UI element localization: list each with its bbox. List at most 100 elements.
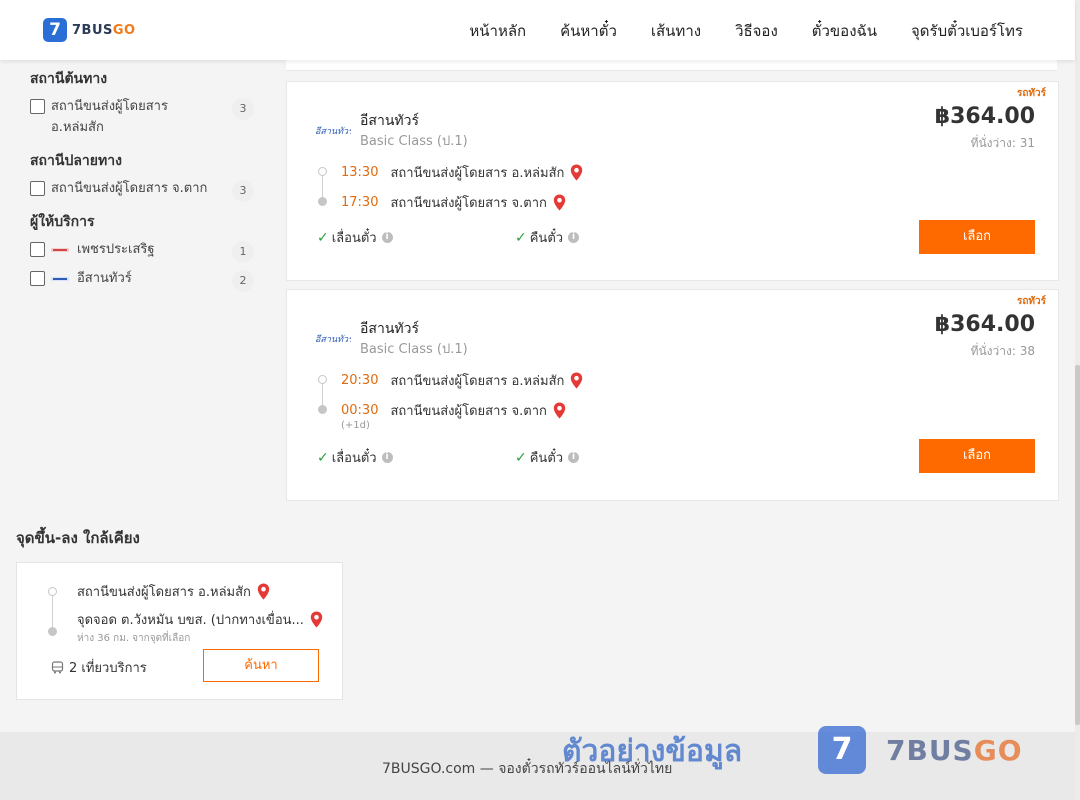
filter-option-label: สถานีขนส่งผู้โดยสาร อ.หล่มสัก (51, 99, 168, 135)
filter-checkbox[interactable] (30, 181, 45, 196)
filter-operator-title: ผู้ให้บริการ (30, 214, 95, 230)
arrival-time: 00:30 (341, 403, 379, 418)
arrival-station: สถานีขนส่งผู้โดยสาร จ.ตาก (390, 404, 547, 419)
filter-origin: สถานีต้นทาง สถานีขนส่งผู้โดยสาร อ.หล่มสั… (30, 68, 258, 138)
destination-dot (48, 627, 57, 636)
timeline-line (52, 593, 53, 629)
page-scrollbar[interactable] (1075, 0, 1080, 800)
scroll-thumb[interactable] (1075, 365, 1080, 725)
operator-logo-icon (51, 247, 69, 252)
operator-logo-icon: อีสานทัวร์ (315, 126, 351, 136)
filter-option[interactable]: สถานีขนส่งผู้โดยสาร อ.หล่มสัก 3 (30, 96, 258, 138)
filter-count-badge: 3 (232, 180, 254, 202)
check-icon: ✓ (515, 229, 527, 246)
check-icon: ✓ (317, 229, 329, 246)
arrival-stop: 00:30 สถานีขนส่งผู้โดยสาร จ.ตาก (341, 400, 566, 421)
destination-dot (318, 197, 327, 206)
top-nav-bar: 7 7BUSGO หน้าหลัก ค้นหาตั๋ว เส้นทาง วิธี… (0, 0, 1075, 60)
watermark-text: ตัวอย่างข้อมูล (562, 734, 743, 769)
filter-destination-title: สถานีปลายทาง (30, 153, 122, 169)
change-policy: ✓ เลื่อนตั๋ว i (317, 227, 393, 248)
nav-routes[interactable]: เส้นทาง (651, 19, 701, 43)
filter-option[interactable]: อีสานทัวร์ 2 (30, 268, 258, 292)
filter-option-label: อีสานทัวร์ (51, 268, 211, 289)
refund-policy: ✓ คืนตั๋ว i (515, 447, 580, 468)
watermark-brand: 7BUSGO (886, 734, 1023, 767)
bus-icon (51, 661, 64, 674)
filter-option[interactable]: สถานีขนส่งผู้โดยสาร จ.ตาก 3 (30, 178, 258, 202)
origin-dot (318, 167, 327, 176)
operator-name: อีสานทัวร์ (360, 321, 419, 337)
arrival-time: 17:30 (341, 195, 379, 210)
timeline-line (322, 382, 323, 406)
operator-name: อีสานทัวร์ (360, 113, 419, 129)
map-pin-icon[interactable] (570, 372, 583, 389)
nearby-trip-count: 2 เที่ยวบริการ (51, 657, 147, 678)
bus-class: Basic Class (ป.1) (360, 342, 468, 357)
trip-card: รถทัวร์ อีสานทัวร์ อีสานทัวร์ Basic Clas… (286, 289, 1059, 501)
nearby-search-button[interactable]: ค้นหา (203, 649, 319, 682)
seats-available: ที่นั่งว่าง: 38 (970, 344, 1035, 358)
svg-text:อีสานทัวร์: อีสานทัวร์ (315, 334, 351, 344)
filter-option[interactable]: เพชรประเสริฐ 1 (30, 239, 258, 263)
info-icon[interactable]: i (381, 232, 393, 243)
seats-available: ที่นั่งว่าง: 31 (970, 136, 1035, 150)
map-pin-icon[interactable] (310, 611, 323, 628)
filter-count-badge: 2 (232, 270, 254, 292)
filter-destination: สถานีปลายทาง สถานีขนส่งผู้โดยสาร จ.ตาก 3 (30, 150, 258, 202)
select-trip-button[interactable]: เลือก (919, 220, 1035, 254)
arrival-stop: 17:30 สถานีขนส่งผู้โดยสาร จ.ตาก (341, 192, 566, 213)
nearby-stop-destination: จุดจอด ต.วังหมัน บขส. (ปากทางเขื่อน... (77, 609, 323, 630)
bus-type-badge: รถทัวร์ (1016, 296, 1046, 307)
map-pin-icon[interactable] (553, 402, 566, 419)
nav-home[interactable]: หน้าหลัก (469, 19, 526, 43)
map-pin-icon[interactable] (570, 164, 583, 181)
select-trip-button[interactable]: เลือก (919, 439, 1035, 473)
nearby-distance: ห่าง 36 กม. จากจุดที่เลือก (77, 633, 191, 644)
departure-station: สถานีขนส่งผู้โดยสาร อ.หล่มสัก (390, 166, 565, 181)
page-footer: 7BUSGO.com — จองตั๋วรถทัวร์ออนไลน์ทั่วไท… (0, 726, 1075, 800)
filter-count-badge: 1 (232, 241, 254, 263)
nearby-section-title: จุดขึ้น-ลง ใกล้เคียง (16, 529, 140, 547)
info-icon[interactable]: i (568, 232, 580, 243)
filter-checkbox[interactable] (30, 271, 45, 286)
filter-sidebar: สถานีต้นทาง สถานีขนส่งผู้โดยสาร อ.หล่มสั… (30, 68, 258, 301)
arrival-station: สถานีขนส่งผู้โดยสาร จ.ตาก (390, 196, 547, 211)
trip-price: ฿364.00 (934, 312, 1035, 337)
nav-search-tickets[interactable]: ค้นหาตั๋ว (560, 19, 617, 43)
departure-stop: 13:30 สถานีขนส่งผู้โดยสาร อ.หล่มสัก (341, 162, 583, 183)
brand-logo[interactable]: 7 7BUSGO (43, 18, 136, 42)
previous-card-edge (286, 60, 1057, 71)
nearby-stops-card: สถานีขนส่งผู้โดยสาร อ.หล่มสัก จุดจอด ต.ว… (16, 562, 343, 700)
filter-checkbox[interactable] (30, 242, 45, 257)
info-icon[interactable]: i (568, 452, 580, 463)
filter-count-badge: 3 (232, 98, 254, 120)
filter-option-label: เพชรประเสริฐ (51, 239, 211, 260)
check-icon: ✓ (317, 449, 329, 466)
map-pin-icon[interactable] (257, 583, 270, 600)
svg-text:อีสานทัวร์: อีสานทัวร์ (315, 126, 351, 136)
change-policy: ✓ เลื่อนตั๋ว i (317, 447, 393, 468)
filter-operator: ผู้ให้บริการ เพชรประเสริฐ 1 อีสานทัวร์ 2 (30, 211, 258, 292)
nav-how-to-book[interactable]: วิธีจอง (735, 19, 778, 43)
nav-my-tickets[interactable]: ตั๋วของฉัน (812, 19, 877, 43)
origin-dot (48, 587, 57, 596)
next-day-note: (+1d) (341, 420, 370, 431)
filter-option-label: สถานีขนส่งผู้โดยสาร จ.ตาก (51, 181, 208, 196)
check-icon: ✓ (515, 449, 527, 466)
map-pin-icon[interactable] (553, 194, 566, 211)
timeline-line (322, 174, 323, 198)
filter-checkbox[interactable] (30, 99, 45, 114)
logo-text: 7BUSGO (72, 22, 136, 38)
departure-time: 20:30 (341, 373, 379, 388)
bus-type-badge: รถทัวร์ (1016, 88, 1046, 99)
bus-class: Basic Class (ป.1) (360, 134, 468, 149)
destination-dot (318, 405, 327, 414)
origin-dot (318, 375, 327, 384)
nav-pickup-points[interactable]: จุดรับตั๋วเบอร์โทร (911, 19, 1023, 43)
departure-station: สถานีขนส่งผู้โดยสาร อ.หล่มสัก (390, 374, 565, 389)
refund-policy: ✓ คืนตั๋ว i (515, 227, 580, 248)
filter-origin-title: สถานีต้นทาง (30, 71, 108, 87)
operator-logo-icon: อีสานทัวร์ (315, 334, 351, 344)
info-icon[interactable]: i (381, 452, 393, 463)
